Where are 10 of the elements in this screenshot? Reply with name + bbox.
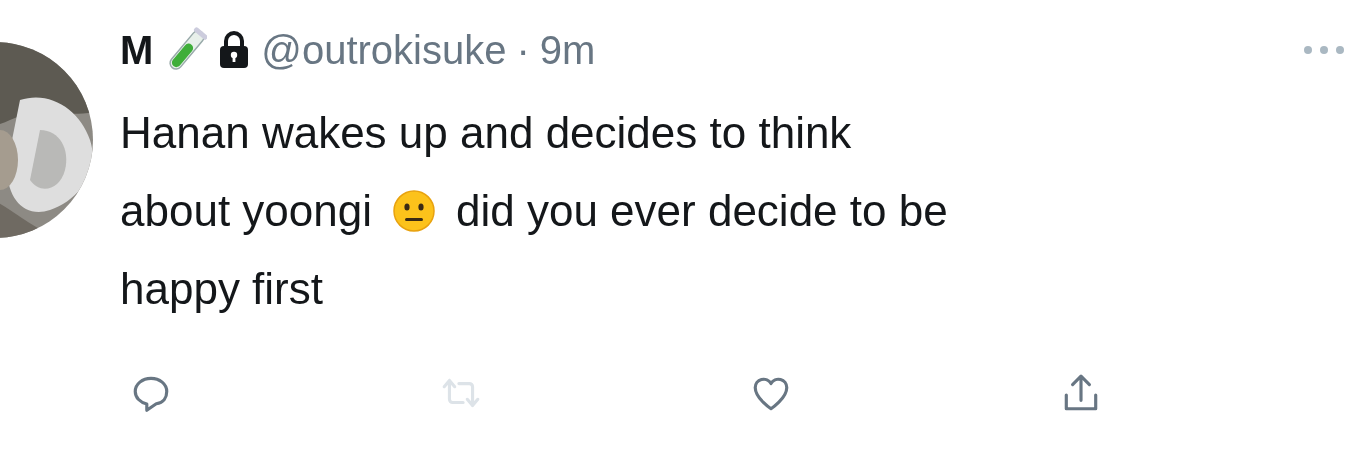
- tweet-time: 9m: [539, 27, 596, 73]
- separator-dot: ·: [516, 27, 530, 73]
- tweet-text: about yoongi: [120, 186, 372, 236]
- tweet-text: did you ever decide to be: [456, 186, 948, 236]
- tweet-text: Hanan wakes up and decides to think: [120, 108, 852, 158]
- more-options-icon: [1302, 44, 1346, 56]
- tweet-text: happy first: [120, 264, 323, 314]
- neutral-face-emoji-icon: [392, 189, 436, 233]
- display-name: M: [120, 27, 154, 73]
- user-handle[interactable]: @outrokisuke: [261, 27, 507, 73]
